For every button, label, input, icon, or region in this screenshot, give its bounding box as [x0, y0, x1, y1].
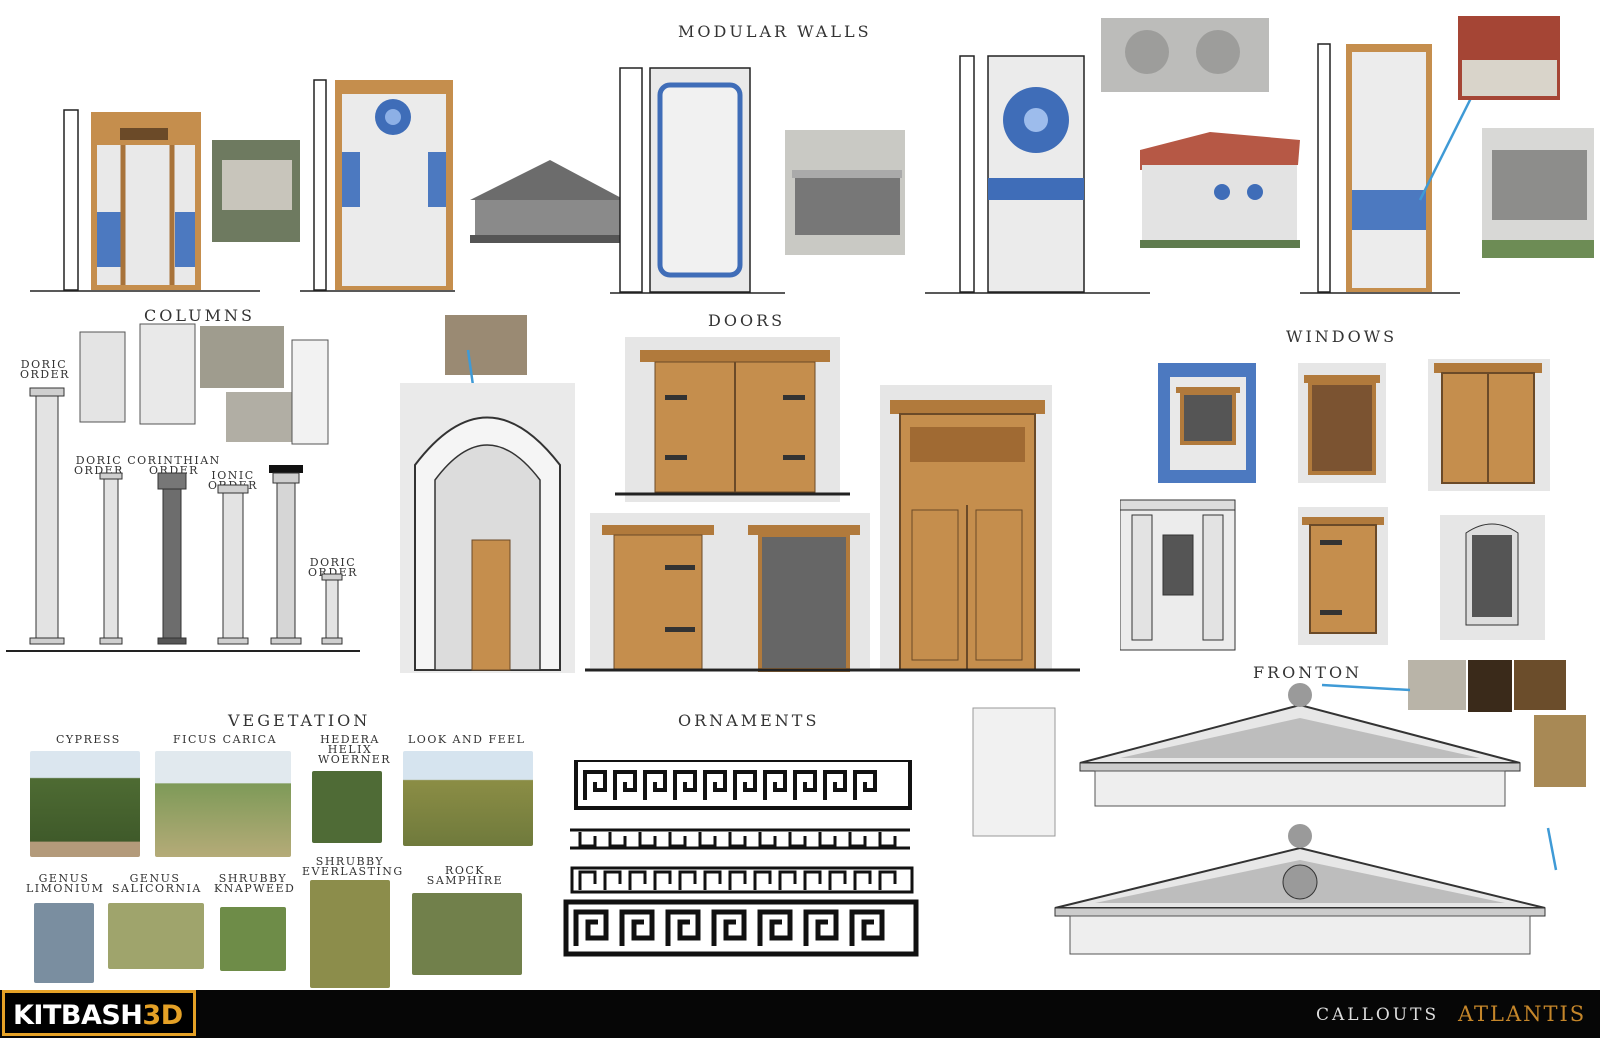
corinthian-column	[157, 472, 187, 645]
cypress-label: CYPRESS	[56, 733, 121, 746]
acroterion-photo-3	[1514, 660, 1566, 710]
acroterion-photo-4	[1534, 715, 1586, 787]
windows-title: WINDOWS	[1286, 327, 1398, 346]
knapweed-label: SHRUBBY KNAPWEED	[214, 872, 296, 895]
order-diagram	[291, 339, 329, 445]
ficus-photo	[155, 751, 291, 857]
single-plank-door	[590, 513, 740, 671]
ionic-column-dark-top	[269, 465, 303, 645]
pediment-2	[1054, 824, 1546, 955]
cypress-photo	[30, 751, 140, 857]
window-shutter-single	[1298, 507, 1388, 645]
anthemion-sketch	[972, 707, 1056, 837]
greek-key-band-2	[570, 828, 910, 850]
knapweed-photo	[220, 907, 286, 971]
doric-column-tall	[29, 387, 65, 645]
doric-column-2	[99, 472, 123, 645]
windows-illustrations	[1120, 359, 1550, 651]
pavilion-photo	[1482, 128, 1594, 258]
acroterion-photo-1	[1408, 660, 1466, 710]
doric-column-short	[321, 573, 343, 645]
samphire-photo	[412, 893, 522, 975]
arched-door	[400, 383, 575, 673]
fronton-illustrations	[972, 660, 1586, 955]
project-name: ATLANTIS	[1458, 1002, 1587, 1026]
ornaments-illustrations	[563, 760, 919, 957]
logo-text: KITBASH3D	[13, 1000, 183, 1031]
temple-photo-1	[470, 160, 630, 243]
everlasting-photo	[310, 880, 390, 988]
window-lattice	[1298, 363, 1386, 483]
ficus-label: FICUS CARICA	[172, 733, 278, 746]
look-and-feel-label: LOOK AND FEEL	[408, 733, 526, 746]
shell-ornament-photo	[445, 315, 527, 375]
window-shutters	[1428, 359, 1550, 491]
entablature-drawing	[79, 331, 126, 423]
window-columned	[1120, 499, 1236, 651]
everlasting-label: SHRUBBY EVERLASTING	[302, 855, 404, 878]
callouts-label: CALLOUTS	[1316, 1005, 1440, 1025]
ionic-column	[217, 484, 249, 645]
wall-module-3	[610, 67, 785, 294]
modular-walls-illustrations	[30, 16, 1594, 294]
columns-illustrations	[6, 323, 360, 652]
wall-module-2	[300, 79, 455, 292]
double-door-plank	[615, 337, 850, 502]
greek-key-band-1	[574, 760, 912, 810]
hedera-photo	[312, 771, 382, 843]
wall-module-5	[1300, 43, 1480, 294]
acroterion-photo-2	[1468, 660, 1512, 712]
temple-photo-2	[785, 130, 905, 255]
ornate-greek-door	[870, 385, 1080, 672]
greek-key-band-4	[563, 899, 919, 957]
limonium-photo	[34, 903, 94, 983]
hedera-label: HEDERA HELIX WOERNER	[318, 733, 392, 766]
villa-photo	[1140, 132, 1300, 248]
limonium-label: GENUS LIMONIUM	[26, 872, 105, 895]
salicornia-photo	[108, 903, 204, 969]
logo-main: KITBASH	[13, 1000, 143, 1031]
window-arched-stone	[1440, 515, 1545, 640]
kitbash3d-logo: KITBASH3D	[2, 990, 196, 1036]
salicornia-label: GENUS SALICORNIA	[112, 872, 202, 895]
greek-key-band-3	[570, 866, 914, 894]
logo-accent: 3D	[142, 1000, 183, 1031]
capital-drawing	[139, 323, 196, 425]
doors-illustrations	[400, 315, 1080, 673]
look-and-feel-photo	[403, 751, 533, 846]
vegetation-title: VEGETATION	[228, 711, 371, 730]
column-photo	[226, 392, 294, 442]
ornaments-title: ORNAMENTS	[678, 711, 820, 730]
samphire-label: ROCK SAMPHIRE	[426, 864, 504, 887]
window-blue-frame	[1158, 363, 1256, 483]
capital-photo	[200, 326, 284, 388]
